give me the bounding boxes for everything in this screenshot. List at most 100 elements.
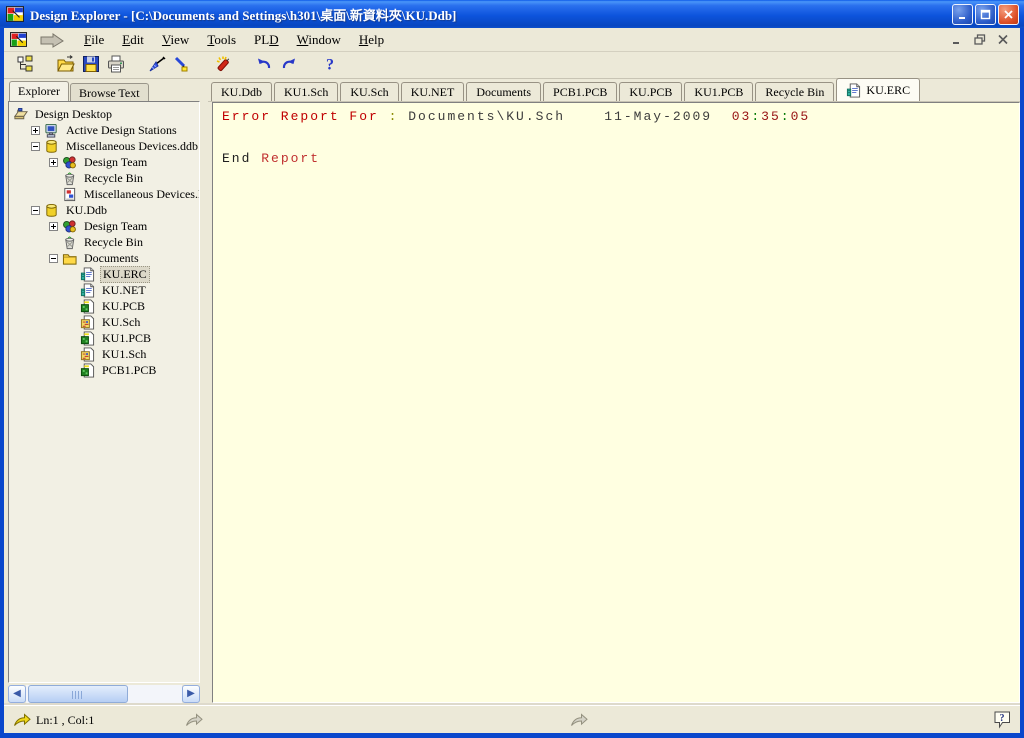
- scroll-right-button[interactable]: ▶: [182, 685, 200, 703]
- print-button[interactable]: [103, 54, 128, 77]
- tree-item-design-team[interactable]: Design Team: [9, 154, 199, 170]
- title-bar[interactable]: Design Explorer - [C:\Documents and Sett…: [0, 0, 1024, 28]
- doc-tab-documents[interactable]: Documents: [466, 82, 541, 101]
- mdi-restore-button[interactable]: [972, 33, 987, 46]
- status-arrow-gray-icon: [185, 713, 203, 727]
- tree-item-miscellaneous-devices-ddb[interactable]: Miscellaneous Devices.ddb: [9, 138, 199, 154]
- scrollbar-track[interactable]: [26, 685, 182, 703]
- toolbar-separator: [301, 52, 317, 78]
- svg-text:?: ?: [1000, 713, 1005, 724]
- tree-item-ku-net[interactable]: KU.NET: [9, 282, 199, 298]
- tree-expander[interactable]: [31, 206, 44, 215]
- status-arrow-yellow-icon: [13, 713, 31, 727]
- tree-item-label: Documents: [82, 251, 141, 266]
- open-folder-button[interactable]: [53, 54, 78, 77]
- scroll-left-button[interactable]: ◀: [8, 685, 26, 703]
- doc-tab-recycle-bin[interactable]: Recycle Bin: [755, 82, 834, 101]
- tree-item-ku1-pcb[interactable]: KU1.PCB: [9, 330, 199, 346]
- design-explorer-window: Design Explorer - [C:\Documents and Sett…: [0, 0, 1024, 738]
- minimize-button[interactable]: [952, 4, 973, 25]
- doc-tab-label: KU.PCB: [629, 85, 672, 99]
- tree-item-documents[interactable]: Documents: [9, 250, 199, 266]
- wire-tool-button[interactable]: [169, 54, 194, 77]
- explorer-toggle-icon: [16, 55, 34, 76]
- save-button[interactable]: [78, 54, 103, 77]
- doc-tab-ku-pcb[interactable]: KU.PCB: [619, 82, 682, 101]
- report-text-segment: Report: [261, 151, 320, 166]
- help-balloon-icon[interactable]: ?: [993, 710, 1012, 729]
- tree-expander-spacer: [67, 318, 80, 327]
- tree-item-label: Miscellaneous Devices.lib: [82, 187, 200, 202]
- panel-tab-explorer[interactable]: Explorer: [9, 81, 69, 101]
- tree-item-ku-erc[interactable]: KU.ERC: [9, 266, 199, 282]
- report-text-segment: Documents\KU.Sch: [408, 109, 565, 124]
- help-icon: ?: [321, 55, 339, 76]
- tree-item-pcb1-pcb[interactable]: PCB1.PCB: [9, 362, 199, 378]
- maximize-button[interactable]: [975, 4, 996, 25]
- tree-item-recycle-bin[interactable]: Recycle Bin: [9, 234, 199, 250]
- doc-tab-ku-sch[interactable]: KU.Sch: [340, 82, 398, 101]
- workspace: ExplorerBrowse Text Design DesktopActive…: [4, 79, 1020, 705]
- status-bar: Ln:1 , Col:1 ?: [4, 705, 1020, 733]
- scrollbar-thumb[interactable]: [28, 685, 128, 703]
- mdi-controls: [949, 33, 1014, 46]
- tree-expander[interactable]: [31, 126, 44, 135]
- explorer-toggle-button[interactable]: [12, 54, 37, 77]
- doc-tab-label: PCB1.PCB: [553, 85, 607, 99]
- tree-item-ku-sch[interactable]: KU.Sch: [9, 314, 199, 330]
- panel-tab-browse-text[interactable]: Browse Text: [70, 83, 149, 101]
- open-folder-icon: [57, 55, 75, 76]
- menu-pld[interactable]: PLD: [245, 29, 288, 51]
- tree-item-recycle-bin[interactable]: Recycle Bin: [9, 170, 199, 186]
- menu-view[interactable]: View: [153, 29, 198, 51]
- doc-tab-pcb1-pcb[interactable]: PCB1.PCB: [543, 82, 617, 101]
- doc-tab-ku1-sch[interactable]: KU1.Sch: [274, 82, 338, 101]
- document-menu-arrow-icon[interactable]: [39, 32, 65, 48]
- redo-button[interactable]: [276, 54, 301, 77]
- tree-item-ku1-sch[interactable]: KU1.Sch: [9, 346, 199, 362]
- mdi-close-button[interactable]: [995, 33, 1010, 46]
- close-button[interactable]: [998, 4, 1019, 25]
- library-icon: [62, 187, 79, 202]
- database-icon: [44, 139, 61, 154]
- menu-help[interactable]: Help: [350, 29, 393, 51]
- report-text-segment: [712, 109, 732, 124]
- tree-expander-spacer: [67, 350, 80, 359]
- menu-bar: FileEditViewToolsPLDWindowHelp: [4, 28, 1020, 52]
- tree-expander[interactable]: [49, 158, 62, 167]
- doc-tab-ku1-pcb[interactable]: KU1.PCB: [684, 82, 753, 101]
- tree-expander[interactable]: [49, 254, 62, 263]
- design-tree[interactable]: Design DesktopActive Design StationsMisc…: [8, 101, 200, 683]
- tree-item-label: Recycle Bin: [82, 235, 145, 250]
- mdi-minimize-button[interactable]: [949, 33, 964, 46]
- undo-button[interactable]: [251, 54, 276, 77]
- doc-tab-ku-net[interactable]: KU.NET: [401, 82, 465, 101]
- tree-expander[interactable]: [31, 142, 44, 151]
- tree-item-design-team[interactable]: Design Team: [9, 218, 199, 234]
- help-button[interactable]: ?: [317, 54, 342, 77]
- explorer-panel: ExplorerBrowse Text Design DesktopActive…: [8, 81, 200, 703]
- menu-window[interactable]: Window: [288, 29, 350, 51]
- tree-item-active-design-stations[interactable]: Active Design Stations: [9, 122, 199, 138]
- menu-edit[interactable]: Edit: [113, 29, 153, 51]
- run-tool-button[interactable]: [210, 54, 235, 77]
- tree-expander[interactable]: [49, 222, 62, 231]
- report-editor[interactable]: Error Report For : Documents\KU.Sch 11-M…: [212, 102, 1020, 703]
- clean-tool-button[interactable]: [144, 54, 169, 77]
- tree-expander-spacer: [67, 302, 80, 311]
- menu-tools[interactable]: Tools: [198, 29, 245, 51]
- system-menu-icon[interactable]: [10, 31, 27, 48]
- doc-tab-ku-ddb[interactable]: KU.Ddb: [211, 82, 272, 101]
- tree-item-design-desktop[interactable]: Design Desktop: [9, 106, 199, 122]
- run-tool-icon: [214, 55, 232, 76]
- document-tab-bar: KU.DdbKU1.SchKU.SchKU.NETDocuments PCB1.P…: [208, 79, 1020, 102]
- tree-item-miscellaneous-devices-lib[interactable]: Miscellaneous Devices.lib: [9, 186, 199, 202]
- tree-item-ku-pcb[interactable]: KU.PCB: [9, 298, 199, 314]
- text-doc-icon: [80, 283, 97, 298]
- app-icon[interactable]: [6, 5, 24, 23]
- doc-tab-ku-erc[interactable]: KU.ERC: [836, 78, 920, 101]
- menu-file[interactable]: File: [75, 29, 113, 51]
- tree-item-ku-ddb[interactable]: KU.Ddb: [9, 202, 199, 218]
- tree-item-label: PCB1.PCB: [100, 363, 158, 378]
- report-line: [222, 138, 1019, 152]
